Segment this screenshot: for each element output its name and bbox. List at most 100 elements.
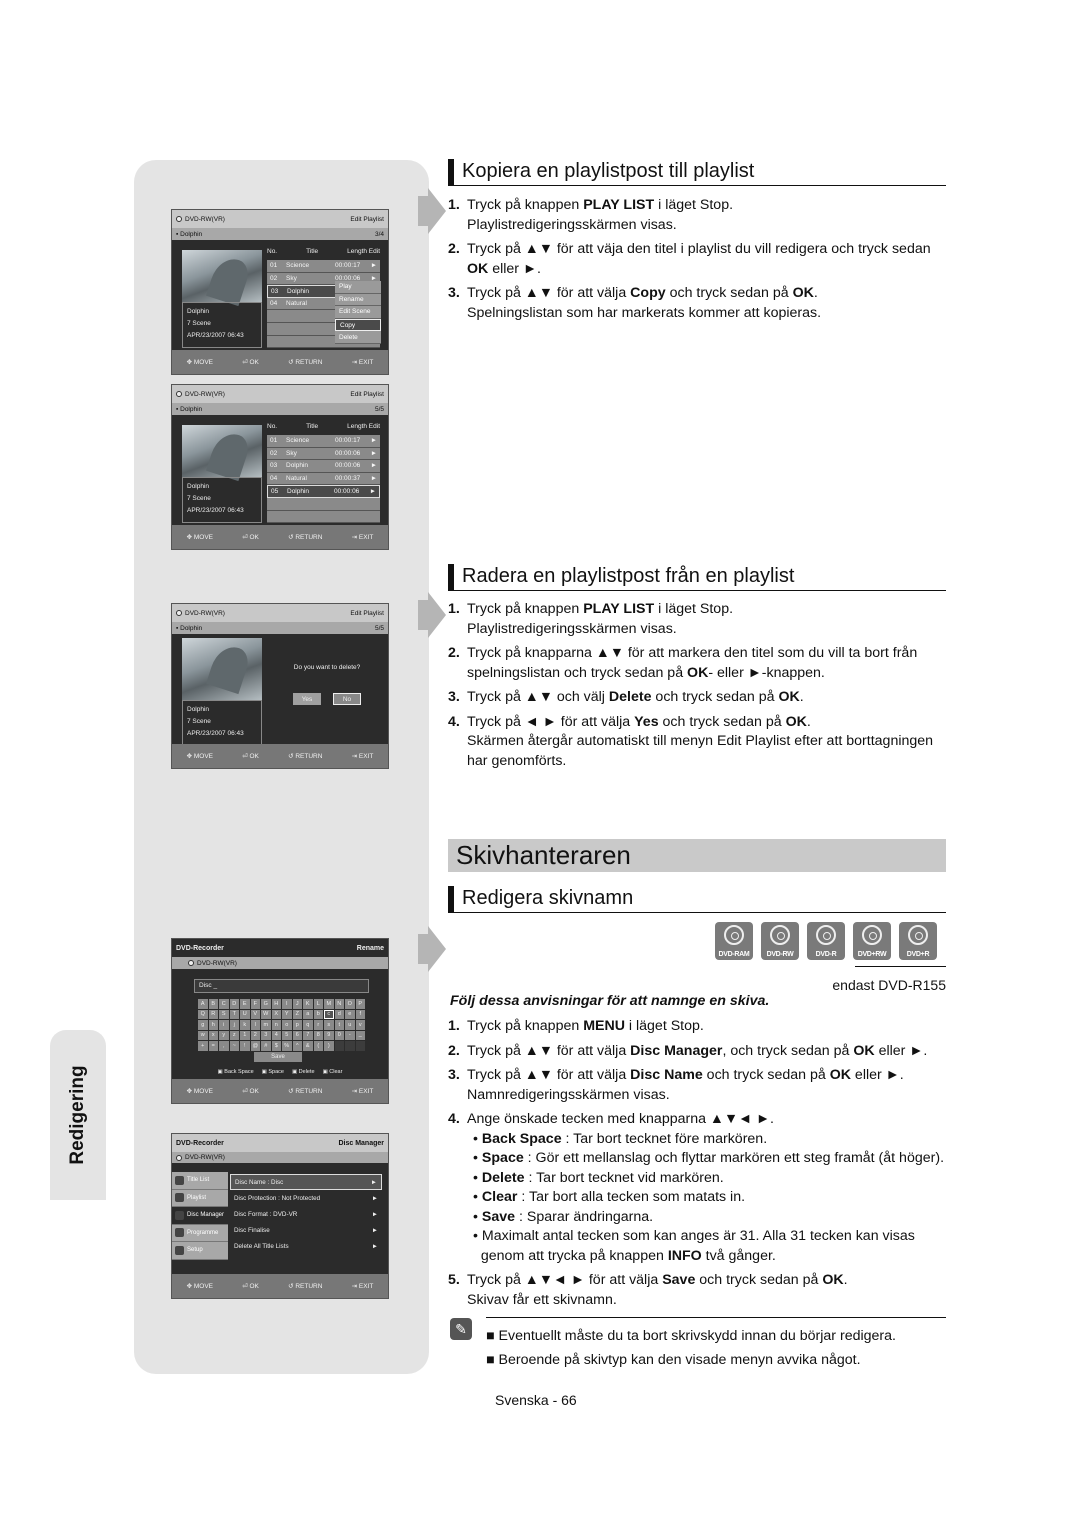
keyboard-key[interactable]: k: [240, 1020, 250, 1030]
keyboard-key[interactable]: -: [345, 1030, 355, 1040]
keyboard-key[interactable]: _: [355, 1030, 365, 1040]
menu-item[interactable]: Disc Format : DVD-VR ►: [230, 1206, 382, 1222]
keyboard-key[interactable]: 6: [292, 1030, 302, 1040]
keyboard-key[interactable]: [334, 1041, 344, 1051]
keyboard-key[interactable]: b: [313, 1009, 323, 1019]
keyboard-key[interactable]: z: [229, 1030, 239, 1040]
keyboard-key[interactable]: V: [250, 1009, 260, 1019]
keyboard-key[interactable]: h: [208, 1020, 218, 1030]
keyboard-key[interactable]: [345, 1041, 355, 1051]
keyboard-key[interactable]: I: [282, 999, 292, 1009]
keyboard-key[interactable]: A: [198, 999, 208, 1009]
keyboard-key[interactable]: v: [355, 1020, 365, 1030]
yes-button[interactable]: Yes: [293, 693, 321, 705]
keyboard-key[interactable]: O: [345, 999, 355, 1009]
keyboard-key[interactable]: j: [229, 1020, 239, 1030]
sidebar-item[interactable]: Programme: [172, 1224, 228, 1242]
menu-item[interactable]: Disc Finalise ►: [230, 1222, 382, 1238]
keyboard-key[interactable]: a: [303, 1009, 313, 1019]
keyboard-key[interactable]: Y: [282, 1009, 292, 1019]
keyboard-key[interactable]: B: [208, 999, 218, 1009]
disc-name-input[interactable]: Disc _: [194, 979, 369, 993]
keyboard-key[interactable]: R: [208, 1009, 218, 1019]
keyboard-key[interactable]: p: [292, 1020, 302, 1030]
context-menu-item[interactable]: Play: [335, 281, 381, 294]
table-row[interactable]: 03 Dolphin 00:00:06 ►: [267, 460, 380, 473]
keyboard-key[interactable]: !: [240, 1041, 250, 1051]
keyboard-key[interactable]: o: [282, 1020, 292, 1030]
keyboard-key[interactable]: 4: [271, 1030, 281, 1040]
keyboard-key[interactable]: x: [208, 1030, 218, 1040]
menu-item[interactable]: Disc Name : Disc ►: [230, 1174, 382, 1190]
keyboard-key[interactable]: ^: [292, 1041, 302, 1051]
keyboard-key[interactable]: i: [219, 1020, 229, 1030]
keyboard-key[interactable]: ): [324, 1041, 334, 1051]
keyboard-key[interactable]: H: [271, 999, 281, 1009]
table-row[interactable]: 01 Science 00:00:17 ►: [267, 435, 380, 448]
keyboard-key[interactable]: F: [250, 999, 260, 1009]
keyboard-key[interactable]: c: [324, 1009, 334, 1019]
keyboard-key[interactable]: X: [271, 1009, 281, 1019]
menu-item[interactable]: Disc Protection : Not Protected ►: [230, 1190, 382, 1206]
keyboard-key[interactable]: S: [219, 1009, 229, 1019]
keyboard-key[interactable]: n: [271, 1020, 281, 1030]
keyboard-key[interactable]: %: [282, 1041, 292, 1051]
table-row[interactable]: [267, 497, 380, 511]
keyboard-key[interactable]: 9: [324, 1030, 334, 1040]
table-row[interactable]: [267, 510, 380, 524]
keyboard-key[interactable]: W: [261, 1009, 271, 1019]
keyboard-key[interactable]: g: [198, 1020, 208, 1030]
keyboard-key[interactable]: @: [250, 1041, 260, 1051]
keyboard-key[interactable]: K: [303, 999, 313, 1009]
keyboard-key[interactable]: r: [313, 1020, 323, 1030]
sidebar-item[interactable]: Playlist: [172, 1189, 228, 1207]
keyboard-key[interactable]: &: [303, 1041, 313, 1051]
table-row[interactable]: 01 Science 00:00:17 ►: [267, 260, 380, 273]
keyboard-key[interactable]: 5: [282, 1030, 292, 1040]
keyboard-key[interactable]: T: [229, 1009, 239, 1019]
context-menu-item[interactable]: Edit Scene: [335, 306, 381, 319]
keyboard-key[interactable]: E: [240, 999, 250, 1009]
context-menu-item[interactable]: Delete: [335, 331, 381, 344]
keyboard-key[interactable]: m: [261, 1020, 271, 1030]
context-menu-item[interactable]: Copy: [335, 318, 381, 332]
keyboard-key[interactable]: L: [313, 999, 323, 1009]
keyboard-key[interactable]: w: [198, 1030, 208, 1040]
table-row[interactable]: 02 Sky 00:00:06 ►: [267, 447, 380, 461]
keyboard-key[interactable]: e: [345, 1009, 355, 1019]
sidebar-item[interactable]: Disc Manager: [172, 1207, 228, 1225]
context-menu-item[interactable]: Rename: [335, 293, 381, 307]
keyboard-key[interactable]: Z: [292, 1009, 302, 1019]
keyboard-key[interactable]: J: [292, 999, 302, 1009]
keyboard-key[interactable]: q: [303, 1020, 313, 1030]
keyboard-key[interactable]: 3: [261, 1030, 271, 1040]
keyboard-key[interactable]: U: [240, 1009, 250, 1019]
keyboard-key[interactable]: N: [334, 999, 344, 1009]
keyboard-key[interactable]: #: [261, 1041, 271, 1051]
sidebar-item[interactable]: Title List: [172, 1172, 228, 1190]
keyboard-key[interactable]: 8: [313, 1030, 323, 1040]
keyboard-key[interactable]: 1: [240, 1030, 250, 1040]
keyboard-key[interactable]: d: [334, 1009, 344, 1019]
keyboard-key[interactable]: M: [324, 999, 334, 1009]
keyboard-key[interactable]: t: [334, 1020, 344, 1030]
save-button[interactable]: Save: [254, 1051, 302, 1062]
keyboard-key[interactable]: P: [355, 999, 365, 1009]
table-row[interactable]: 04 Natural 00:00:37 ►: [267, 472, 380, 486]
keyboard-key[interactable]: +: [198, 1041, 208, 1051]
keyboard-key[interactable]: 2: [250, 1030, 260, 1040]
keyboard-key[interactable]: 0: [334, 1030, 344, 1040]
keyboard-key[interactable]: y: [219, 1030, 229, 1040]
table-row[interactable]: 05 Dolphin 00:00:06 ►: [267, 485, 380, 498]
keyboard-key[interactable]: C: [219, 999, 229, 1009]
keyboard-key[interactable]: D: [229, 999, 239, 1009]
keyboard-key[interactable]: $: [271, 1041, 281, 1051]
menu-item[interactable]: Delete All Title Lists ►: [230, 1238, 382, 1254]
keyboard-key[interactable]: ~: [229, 1041, 239, 1051]
keyboard-key[interactable]: ,: [219, 1041, 229, 1051]
keyboard-key[interactable]: (: [313, 1041, 323, 1051]
keyboard-key[interactable]: [355, 1041, 365, 1051]
keyboard-key[interactable]: Q: [198, 1009, 208, 1019]
keyboard-key[interactable]: u: [345, 1020, 355, 1030]
keyboard-key[interactable]: s: [324, 1020, 334, 1030]
